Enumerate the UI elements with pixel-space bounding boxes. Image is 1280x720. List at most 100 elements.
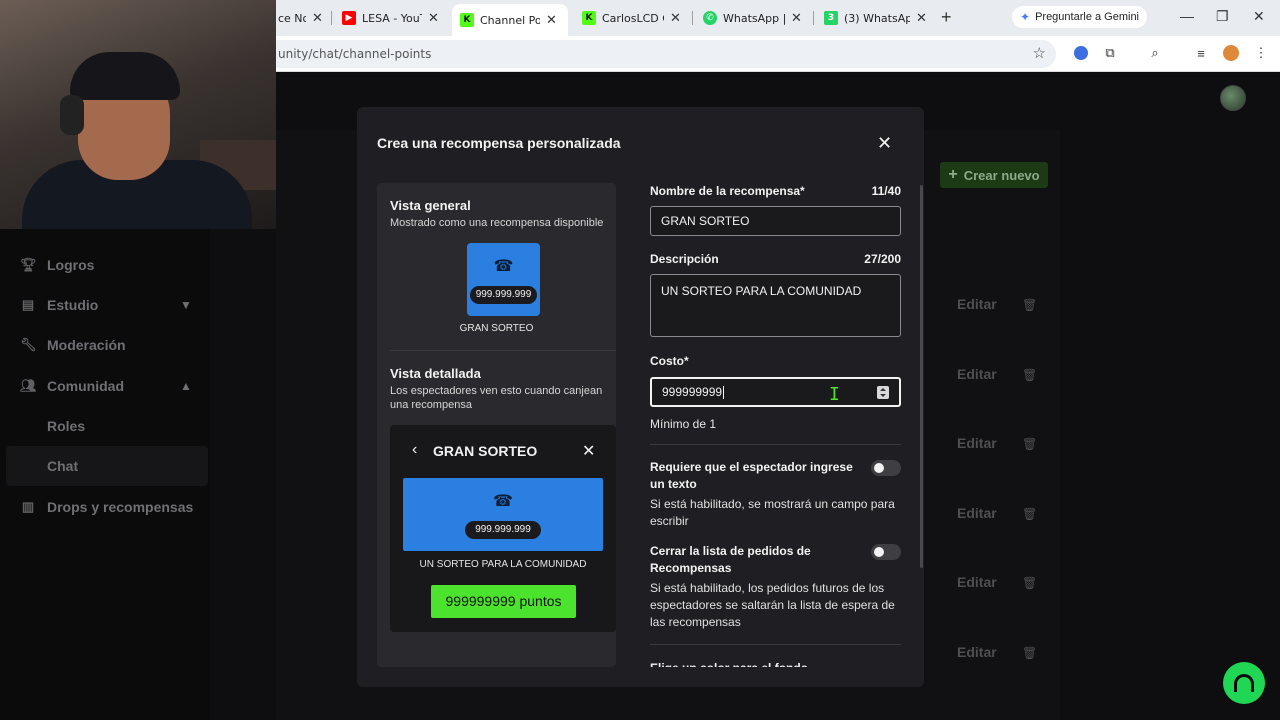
skip-queue-label: Cerrar la lista de pedidos de Recompensa…: [650, 544, 811, 575]
close-tab-icon[interactable]: ✕: [312, 11, 323, 26]
avatar[interactable]: [1220, 85, 1246, 111]
back-arrow-icon: ‹: [412, 441, 418, 458]
search-tabs-icon[interactable]: ⌕: [1146, 44, 1164, 62]
card-reward-tile: ☎ 999.999.999: [403, 478, 603, 551]
sidebar-item-drops[interactable]: ▥ Drops y recompensas: [20, 495, 193, 519]
wrench-icon: 🔧︎: [20, 337, 37, 352]
close-tab-icon[interactable]: ✕: [916, 11, 927, 26]
number-stepper[interactable]: [877, 386, 889, 399]
sidebar-item-estudio[interactable]: ▤ Estudio: [20, 293, 99, 317]
create-new-button[interactable]: + Crear nuevo: [940, 162, 1048, 188]
edit-button[interactable]: Editar: [957, 574, 997, 590]
sidebar-item-label: Comunidad: [47, 378, 124, 394]
edit-button[interactable]: Editar: [957, 296, 997, 312]
extensions-puzzle-icon[interactable]: ⧉: [1101, 44, 1119, 62]
overview-subtitle: Mostrado como una recompensa disponible: [390, 217, 604, 229]
trash-icon[interactable]: 🗑︎: [1022, 507, 1037, 521]
people-icon: 👥︎: [20, 378, 37, 393]
tab-title: CarlosLCD Cli: [602, 11, 664, 25]
reward-name-input[interactable]: GRAN SORTEO: [650, 206, 901, 236]
sidebar-active-highlight: [6, 446, 208, 486]
browser-tab-youtube[interactable]: ▶ LESA - YouTub ✕: [334, 6, 447, 30]
require-text-toggle[interactable]: [871, 460, 901, 476]
profile-avatar-icon[interactable]: [1222, 44, 1240, 62]
telephone-icon: ☎: [493, 493, 513, 510]
sidebar-item-label: Drops y recompensas: [47, 499, 194, 515]
sidebar-item-chat[interactable]: Chat: [47, 458, 78, 474]
tile-cost: 999.999.999: [470, 286, 537, 304]
help-chat-button[interactable]: [1223, 662, 1265, 704]
reward-preview: Vista general Mostrado como una recompen…: [377, 183, 616, 667]
chevron-down-icon[interactable]: ▼: [180, 298, 192, 312]
tile-name: GRAN SORTEO: [459, 323, 534, 334]
close-window-icon[interactable]: ✕: [1253, 8, 1265, 25]
card-title: GRAN SORTEO: [433, 443, 538, 459]
redeem-button: 999999999 puntos: [431, 585, 576, 618]
youtube-icon: ▶: [342, 11, 356, 25]
name-char-count: 11/40: [871, 184, 901, 198]
chevron-up-icon[interactable]: ▲: [180, 379, 192, 393]
kick-icon: K: [460, 13, 474, 27]
sidebar-item-logros[interactable]: 🏆︎ Logros: [20, 253, 94, 277]
telephone-icon: ☎: [493, 258, 514, 275]
edit-button[interactable]: Editar: [957, 505, 997, 521]
whatsapp-icon: 3: [824, 11, 838, 25]
edit-button[interactable]: Editar: [957, 435, 997, 451]
description-textarea[interactable]: UN SORTEO PARA LA COMUNIDAD: [650, 274, 901, 337]
close-icon[interactable]: ✕: [877, 133, 892, 154]
trash-icon[interactable]: 🗑︎: [1022, 368, 1037, 382]
edit-button[interactable]: Editar: [957, 366, 997, 382]
trash-icon[interactable]: 🗑︎: [1022, 646, 1037, 660]
skip-queue-description: Si está habilitado, los pedidos futuros …: [650, 581, 895, 629]
trash-icon[interactable]: 🗑︎: [1022, 437, 1037, 451]
card-description: UN SORTEO PARA LA COMUNIDAD: [419, 559, 587, 570]
browser-tab-whatsapp[interactable]: ✆ WhatsApp | M ✕: [695, 6, 810, 30]
sidebar-item-moderacion[interactable]: 🔧︎ Moderación: [20, 333, 126, 357]
skip-queue-toggle[interactable]: [871, 544, 901, 560]
studio-icon: ▤: [21, 297, 35, 312]
close-tab-icon[interactable]: ✕: [428, 11, 439, 26]
restore-icon[interactable]: ❐: [1216, 8, 1229, 25]
url-field[interactable]: unity/chat/channel-points ☆: [276, 40, 1056, 68]
cost-input[interactable]: 999999999 I: [650, 377, 901, 407]
browser-tab[interactable]: ce No ✕: [270, 6, 331, 30]
require-text-description: Si está habilitado, se mostrará un campo…: [650, 497, 895, 528]
trash-icon[interactable]: 🗑︎: [1022, 298, 1037, 312]
tab-title: (3) WhatsApp: [844, 11, 910, 25]
sidebar-item-label: Moderación: [47, 337, 126, 353]
webcam-overlay: [0, 0, 276, 229]
browser-tab-carloslcd[interactable]: K CarlosLCD Cli ✕: [574, 6, 689, 30]
minimize-icon[interactable]: —: [1180, 8, 1194, 24]
trash-icon[interactable]: 🗑︎: [1022, 576, 1037, 590]
gemini-button[interactable]: ✦ Preguntarle a Gemini: [1012, 6, 1148, 28]
modal-scrollbar[interactable]: [920, 185, 923, 568]
browser-tab-channel-points[interactable]: K Channel Points ✕: [452, 4, 568, 36]
reward-tile: ☎ 999.999.999: [467, 243, 540, 316]
tab-title: WhatsApp | M: [723, 11, 785, 25]
trophy-icon: 🏆︎: [20, 257, 37, 272]
edit-button[interactable]: Editar: [957, 644, 997, 660]
browser-menu-icon[interactable]: ⋮: [1252, 44, 1270, 62]
divider: [390, 350, 616, 351]
close-icon: ✕: [582, 443, 596, 460]
tab-title: LESA - YouTub: [362, 11, 422, 25]
background-color-label: Elige un color para el fondo: [650, 660, 808, 667]
url-text: unity/chat/channel-points: [278, 47, 432, 61]
cost-hint: Mínimo de 1: [650, 417, 717, 431]
media-control-icon[interactable]: ≡: [1192, 44, 1210, 62]
close-tab-icon[interactable]: ✕: [791, 11, 802, 26]
gift-icon: ▥: [21, 499, 35, 514]
close-tab-icon[interactable]: ✕: [546, 13, 557, 28]
browser-tab-whatsapp-3[interactable]: 3 (3) WhatsApp ✕: [816, 6, 935, 30]
kick-icon: K: [582, 11, 596, 25]
create-reward-modal: Crea una recompensa personalizada ✕ Vist…: [357, 107, 924, 687]
extension-icon[interactable]: [1072, 44, 1090, 62]
close-tab-icon[interactable]: ✕: [670, 11, 681, 26]
sidebar-item-comunidad[interactable]: 👥︎ Comunidad: [20, 374, 124, 398]
tab-title: ce No: [278, 11, 306, 25]
sidebar-item-roles[interactable]: Roles: [47, 418, 85, 434]
new-tab-icon[interactable]: +: [941, 7, 952, 28]
bookmark-star-icon[interactable]: ☆: [1033, 44, 1046, 62]
divider: [650, 644, 901, 645]
tab-title: Channel Points: [480, 13, 540, 27]
